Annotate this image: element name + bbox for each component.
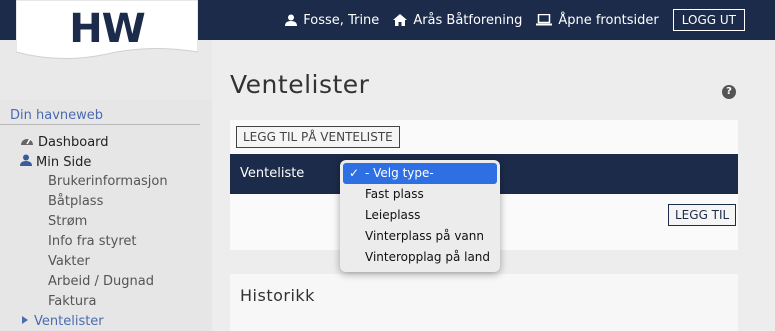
add-to-waitlist-button[interactable]: LEGG TIL PÅ VENTELISTE xyxy=(236,126,400,148)
dropdown-option-vinteropplag-pa-land[interactable]: Vinteropplag på land xyxy=(343,247,497,268)
club-name: Arås Båtforening xyxy=(413,12,523,28)
sidebar-item-label: Ventelister xyxy=(34,314,104,329)
sidebar-item-info-fra-styret[interactable]: Info fra styret xyxy=(48,234,136,249)
logo[interactable]: HW xyxy=(16,0,198,62)
user-icon xyxy=(285,14,298,26)
dropdown-option-leieplass[interactable]: Leieplass xyxy=(343,205,497,226)
sidebar: Din havneweb Dashboard Min Side Brukerin… xyxy=(0,100,212,331)
user-icon xyxy=(20,154,32,170)
sidebar-item-dashboard[interactable]: Dashboard xyxy=(20,134,109,150)
sidebar-item-brukerinformasjon[interactable]: Brukerinformasjon xyxy=(48,174,168,189)
add-button[interactable]: LEGG TIL xyxy=(668,204,737,226)
sidebar-item-batplass[interactable]: Båtplass xyxy=(48,194,103,209)
sidebar-item-arbeid-dugnad[interactable]: Arbeid / Dugnad xyxy=(48,274,154,289)
user-link[interactable]: Fosse, Trine xyxy=(285,13,379,28)
public-pages-label: Åpne frontsider xyxy=(558,12,659,28)
history-panel: Historikk xyxy=(230,274,738,331)
help-icon[interactable]: ? xyxy=(722,85,736,99)
sidebar-item-label: Min Side xyxy=(36,154,92,170)
sidebar-item-strom[interactable]: Strøm xyxy=(48,214,87,229)
sidebar-item-min-side[interactable]: Min Side xyxy=(20,154,91,170)
sidebar-item-ventelister[interactable]: Ventelister xyxy=(20,314,104,329)
dropdown-option-fast-plass[interactable]: Fast plass xyxy=(343,184,497,205)
logo-text: HW xyxy=(69,6,146,52)
laptop-icon xyxy=(536,14,553,26)
caret-right-icon xyxy=(20,314,30,329)
check-icon: ✓ xyxy=(349,166,360,180)
sidebar-item-faktura[interactable]: Faktura xyxy=(48,294,96,309)
user-name: Fosse, Trine xyxy=(303,12,380,28)
dashboard-icon xyxy=(20,134,34,150)
public-pages-link[interactable]: Åpne frontsider xyxy=(536,12,659,28)
home-icon xyxy=(393,14,408,26)
top-nav: Fosse, Trine Arås Båtforening Åpne front… xyxy=(285,0,745,40)
history-title: Historikk xyxy=(240,286,315,305)
sidebar-item-vakter[interactable]: Vakter xyxy=(48,254,90,269)
dropdown-option-vinterplass-pa-vann[interactable]: Vinterplass på vann xyxy=(343,226,497,247)
sidebar-header: Din havneweb xyxy=(0,108,200,125)
club-link[interactable]: Arås Båtforening xyxy=(393,13,522,28)
dropdown-option-velg-type[interactable]: ✓ - Velg type- xyxy=(343,163,497,184)
dropdown-option-label: - Velg type- xyxy=(365,166,434,180)
logout-button[interactable]: LOGG UT xyxy=(672,9,745,31)
waitlist-label: Venteliste xyxy=(240,166,305,181)
page-title: Ventelister xyxy=(230,70,370,99)
sidebar-item-label: Dashboard xyxy=(38,134,109,150)
waitlist-type-dropdown[interactable]: ✓ - Velg type- Fast plass Leieplass Vint… xyxy=(340,160,500,272)
